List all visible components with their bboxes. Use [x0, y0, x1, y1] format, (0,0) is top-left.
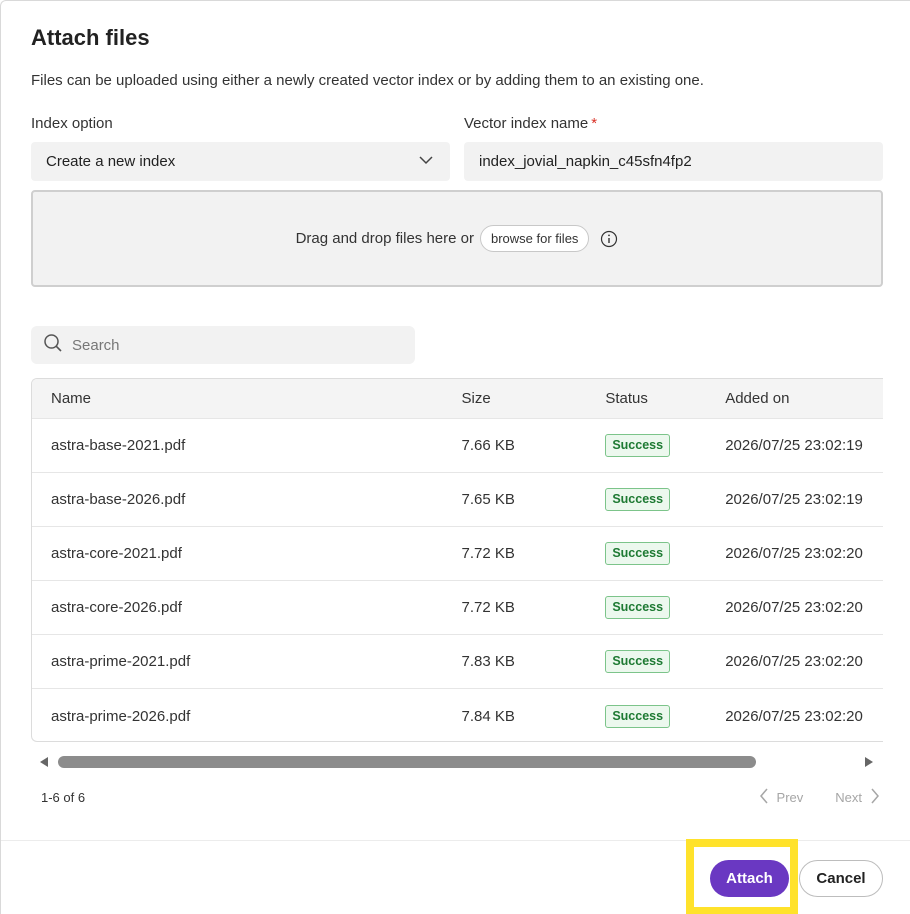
- file-added-on: 2026/07/25 23:02:19: [725, 491, 863, 508]
- pagination-info: 1-6 of 6: [41, 790, 86, 805]
- index-option-select[interactable]: Create a new index: [31, 142, 450, 181]
- attach-button[interactable]: Attach: [710, 860, 789, 897]
- file-added-on: 2026/07/25 23:02:20: [725, 707, 863, 725]
- vector-index-name-label-text: Vector index name: [464, 115, 589, 132]
- column-header-status[interactable]: Status: [605, 390, 725, 407]
- file-size: 7.66 KB: [461, 437, 515, 454]
- browse-for-files-button[interactable]: browse for files: [480, 225, 590, 252]
- status-badge: Success: [605, 650, 671, 673]
- table-row[interactable]: astra-core-2021.pdf 7.72 KB Success 2026…: [32, 527, 883, 581]
- file-size: 7.65 KB: [461, 491, 515, 508]
- table-row[interactable]: astra-prime-2021.pdf 7.83 KB Success 202…: [32, 635, 883, 689]
- horizontal-scrollbar[interactable]: [31, 753, 883, 771]
- attach-files-dialog: Attach files Files can be uploaded using…: [0, 0, 910, 914]
- file-name: astra-prime-2021.pdf: [51, 653, 191, 670]
- status-cell: Success: [605, 434, 725, 457]
- cancel-button[interactable]: Cancel: [799, 860, 883, 897]
- status-cell: Success: [605, 704, 725, 728]
- vector-index-name-input[interactable]: [464, 142, 883, 181]
- table-row[interactable]: astra-base-2026.pdf 7.65 KB Success 2026…: [32, 473, 883, 527]
- pagination-controls: Prev Next: [757, 786, 882, 809]
- table-header: Name Size Status Added on: [32, 379, 883, 419]
- scroll-right-icon[interactable]: [865, 757, 873, 767]
- status-cell: Success: [605, 650, 725, 673]
- vector-index-name-label: Vector index name *: [464, 115, 597, 132]
- dialog-title: Attach files: [31, 25, 150, 50]
- index-option-label: Index option: [31, 115, 113, 132]
- column-header-name[interactable]: Name: [32, 390, 462, 407]
- file-size: 7.83 KB: [461, 653, 515, 670]
- required-marker: *: [591, 115, 598, 132]
- column-header-added-on[interactable]: Added on: [725, 390, 883, 407]
- dialog-description: Files can be uploaded using either a new…: [31, 72, 704, 89]
- index-option-selected-value: Create a new index: [46, 153, 176, 170]
- file-name: astra-base-2021.pdf: [51, 437, 186, 454]
- status-badge: Success: [605, 704, 671, 728]
- column-header-size[interactable]: Size: [462, 390, 606, 407]
- status-badge: Success: [605, 596, 671, 619]
- file-name: astra-prime-2026.pdf: [51, 707, 191, 725]
- file-name: astra-base-2026.pdf: [51, 491, 186, 508]
- file-name: astra-core-2021.pdf: [51, 545, 182, 562]
- files-table: Name Size Status Added on astra-base-202…: [31, 378, 883, 742]
- status-cell: Success: [605, 488, 725, 511]
- chevron-right-icon[interactable]: [868, 786, 882, 809]
- status-cell: Success: [605, 596, 725, 619]
- chevron-down-icon: [417, 151, 435, 173]
- file-size: 7.72 KB: [461, 599, 515, 616]
- prev-button[interactable]: Prev: [777, 790, 804, 805]
- table-row[interactable]: astra-prime-2026.pdf 7.84 KB Success 202…: [32, 689, 883, 741]
- status-badge: Success: [605, 488, 671, 511]
- index-option-label-text: Index option: [31, 115, 113, 132]
- info-icon[interactable]: [600, 230, 618, 248]
- file-added-on: 2026/07/25 23:02:20: [725, 545, 863, 562]
- file-dropzone[interactable]: Drag and drop files here or browse for f…: [31, 190, 883, 287]
- search-box[interactable]: [31, 326, 415, 364]
- search-icon: [43, 333, 63, 358]
- table-row[interactable]: astra-core-2026.pdf 7.72 KB Success 2026…: [32, 581, 883, 635]
- search-input[interactable]: [72, 336, 392, 354]
- file-added-on: 2026/07/25 23:02:19: [725, 437, 863, 454]
- file-added-on: 2026/07/25 23:02:20: [725, 599, 863, 616]
- dropzone-text: Drag and drop files here or: [295, 230, 474, 247]
- status-cell: Success: [605, 542, 725, 565]
- status-badge: Success: [605, 542, 671, 565]
- chevron-left-icon[interactable]: [757, 786, 771, 809]
- next-button[interactable]: Next: [835, 790, 862, 805]
- file-name: astra-core-2026.pdf: [51, 599, 182, 616]
- table-row[interactable]: astra-base-2021.pdf 7.66 KB Success 2026…: [32, 419, 883, 473]
- file-size: 7.72 KB: [461, 545, 515, 562]
- file-added-on: 2026/07/25 23:02:20: [725, 653, 863, 670]
- file-size: 7.84 KB: [461, 707, 515, 725]
- scrollbar-thumb[interactable]: [58, 756, 756, 768]
- scroll-left-icon[interactable]: [40, 757, 48, 767]
- status-badge: Success: [605, 434, 671, 457]
